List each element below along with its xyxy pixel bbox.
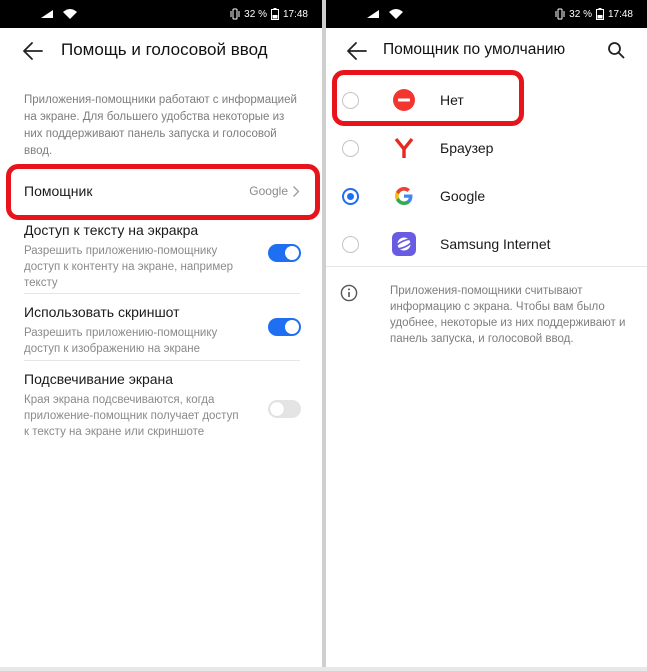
battery-icon xyxy=(270,8,279,20)
status-right-group: 32 % 17:48 xyxy=(230,7,308,21)
wifi-icon xyxy=(63,9,77,19)
vibrate-icon xyxy=(555,8,565,20)
back-arrow-icon[interactable] xyxy=(346,40,368,62)
back-arrow-icon[interactable] xyxy=(22,40,44,62)
status-bar: 32 % 17:48 xyxy=(326,0,647,28)
radio-button[interactable] xyxy=(342,140,359,157)
assistant-option-browser[interactable]: Браузер xyxy=(326,124,647,172)
flash-screen-switch[interactable] xyxy=(268,400,301,418)
status-bar: 32 % 17:48 xyxy=(0,0,322,28)
divider xyxy=(24,293,300,294)
radio-button[interactable] xyxy=(342,236,359,253)
option-label: Браузер xyxy=(440,140,494,156)
page-title: Помощник по умолчанию xyxy=(383,41,566,58)
option-label: Samsung Internet xyxy=(440,236,551,252)
bottom-edge xyxy=(0,667,647,671)
toggle-subtitle: Разрешить приложению-помощнику доступ к … xyxy=(24,245,234,289)
toggle-row-screenshot[interactable]: Использовать скриншот Разрешить приложен… xyxy=(0,304,322,360)
toggle-row-flash-screen[interactable]: Подсвечивание экрана Края экрана подсвеч… xyxy=(0,371,322,451)
info-text: Приложения-помощники считывают информаци… xyxy=(390,285,626,345)
page-description: Приложения-помощники работают с информац… xyxy=(24,94,297,157)
divider xyxy=(326,266,647,267)
clock: 17:48 xyxy=(607,8,633,20)
highlight-frame-none xyxy=(332,70,524,126)
default-assistant-screen: 32 % 17:48 Помощник по умолчанию Нет Бра… xyxy=(326,0,647,671)
toggle-title: Подсвечивание экрана xyxy=(24,371,174,387)
battery-percent: 32 % xyxy=(244,8,267,20)
assistant-option-google[interactable]: Google xyxy=(326,172,647,220)
wifi-icon xyxy=(389,9,403,19)
info-icon xyxy=(340,284,358,302)
signal-icon xyxy=(41,10,53,18)
settings-screen-assist-voice: 32 % 17:48 Помощь и голосовой ввод Прило… xyxy=(0,0,322,671)
toggle-title: Использовать скриншот xyxy=(24,304,180,320)
samsung-internet-icon xyxy=(392,232,416,256)
screenshot-switch[interactable] xyxy=(268,318,301,336)
signal-icon xyxy=(367,10,379,18)
assistant-option-samsung-internet[interactable]: Samsung Internet xyxy=(326,220,647,268)
battery-percent: 32 % xyxy=(569,8,592,20)
screen-text-switch[interactable] xyxy=(268,244,301,262)
yandex-browser-icon xyxy=(394,137,414,158)
option-label: Google xyxy=(440,188,486,204)
toggle-title: Доступ к тексту на экракра xyxy=(24,222,199,238)
status-right-group: 32 % 17:48 xyxy=(555,7,633,21)
app-bar: Помощь и голосовой ввод xyxy=(0,28,322,74)
toggle-row-screen-text[interactable]: Доступ к тексту на экракра Разрешить при… xyxy=(0,222,322,292)
clock: 17:48 xyxy=(282,8,308,20)
toggle-subtitle: Края экрана подсвечиваются, когда прилож… xyxy=(24,394,239,438)
battery-icon xyxy=(595,8,604,20)
search-icon[interactable] xyxy=(607,41,625,59)
google-icon xyxy=(395,187,413,205)
app-bar: Помощник по умолчанию xyxy=(326,28,647,74)
vibrate-icon xyxy=(230,8,240,20)
highlight-frame-assistant xyxy=(6,164,320,220)
divider xyxy=(24,360,300,361)
page-title: Помощь и голосовой ввод xyxy=(61,40,268,59)
radio-button-checked[interactable] xyxy=(342,188,359,205)
toggle-subtitle: Разрешить приложению-помощнику доступ к … xyxy=(24,327,218,355)
